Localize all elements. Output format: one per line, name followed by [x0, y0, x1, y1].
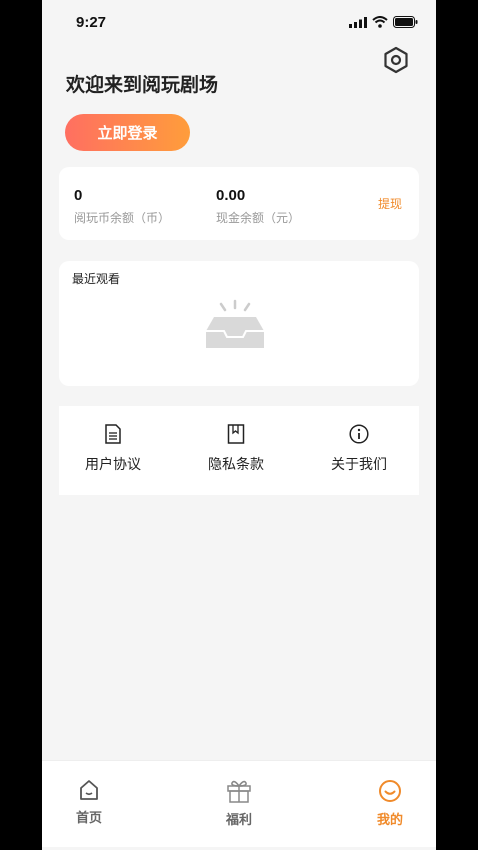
- welcome-title: 欢迎来到阅玩剧场: [66, 74, 219, 96]
- recent-title: 最近观看: [72, 272, 121, 286]
- tab-home[interactable]: 首页: [42, 779, 139, 826]
- battery-icon: [393, 16, 418, 28]
- cash-value: 0.00: [216, 187, 246, 204]
- empty-box-icon: [206, 299, 264, 348]
- settings-icon[interactable]: [382, 46, 410, 74]
- privacy-link[interactable]: 隐私条款: [176, 424, 296, 474]
- cash-label: 现金余额（元）: [216, 211, 301, 225]
- status-bar: 9:27: [42, 0, 436, 44]
- coins-label: 阅玩币余额（币）: [74, 211, 171, 225]
- document-icon: [105, 424, 121, 444]
- about-link[interactable]: 关于我们: [299, 424, 419, 474]
- tab-mine-label: 我的: [376, 813, 403, 828]
- login-button[interactable]: 立即登录: [65, 114, 190, 151]
- user-agreement-label: 用户协议: [85, 457, 141, 473]
- tab-mine[interactable]: 我的: [340, 779, 436, 828]
- links-card: 用户协议 隐私条款 关于我们: [59, 406, 419, 495]
- cash-balance: 0.00 现金余额（元）: [216, 187, 300, 226]
- recent-card: 最近观看: [59, 261, 419, 386]
- privacy-label: 隐私条款: [208, 457, 264, 473]
- info-icon: [349, 424, 369, 444]
- smile-icon: [379, 780, 401, 802]
- coins-value: 0: [74, 187, 83, 204]
- balance-card: 0 阅玩币余额（币） 0.00 现金余额（元） 提现: [59, 167, 419, 240]
- status-time: 9:27: [76, 14, 107, 31]
- tab-bar: 首页 福利 我的: [42, 760, 436, 847]
- phone-screen: 9:27 欢迎来到阅玩剧场 立即登录 0 阅玩币余额（币） 0.00 现金余额（…: [42, 0, 436, 850]
- coins-balance: 0 阅玩币余额（币）: [74, 187, 170, 226]
- signal-icon: [349, 16, 367, 28]
- gift-icon: [227, 780, 251, 803]
- bookmark-icon: [227, 424, 245, 444]
- tab-welfare[interactable]: 福利: [189, 779, 289, 828]
- tab-home-label: 首页: [75, 811, 102, 826]
- withdraw-link[interactable]: 提现: [378, 195, 402, 212]
- about-label: 关于我们: [331, 457, 387, 473]
- status-icons: [349, 16, 418, 28]
- user-agreement-link[interactable]: 用户协议: [53, 424, 173, 474]
- wifi-icon: [372, 16, 388, 28]
- home-icon: [80, 780, 98, 800]
- tab-welfare-label: 福利: [225, 813, 252, 828]
